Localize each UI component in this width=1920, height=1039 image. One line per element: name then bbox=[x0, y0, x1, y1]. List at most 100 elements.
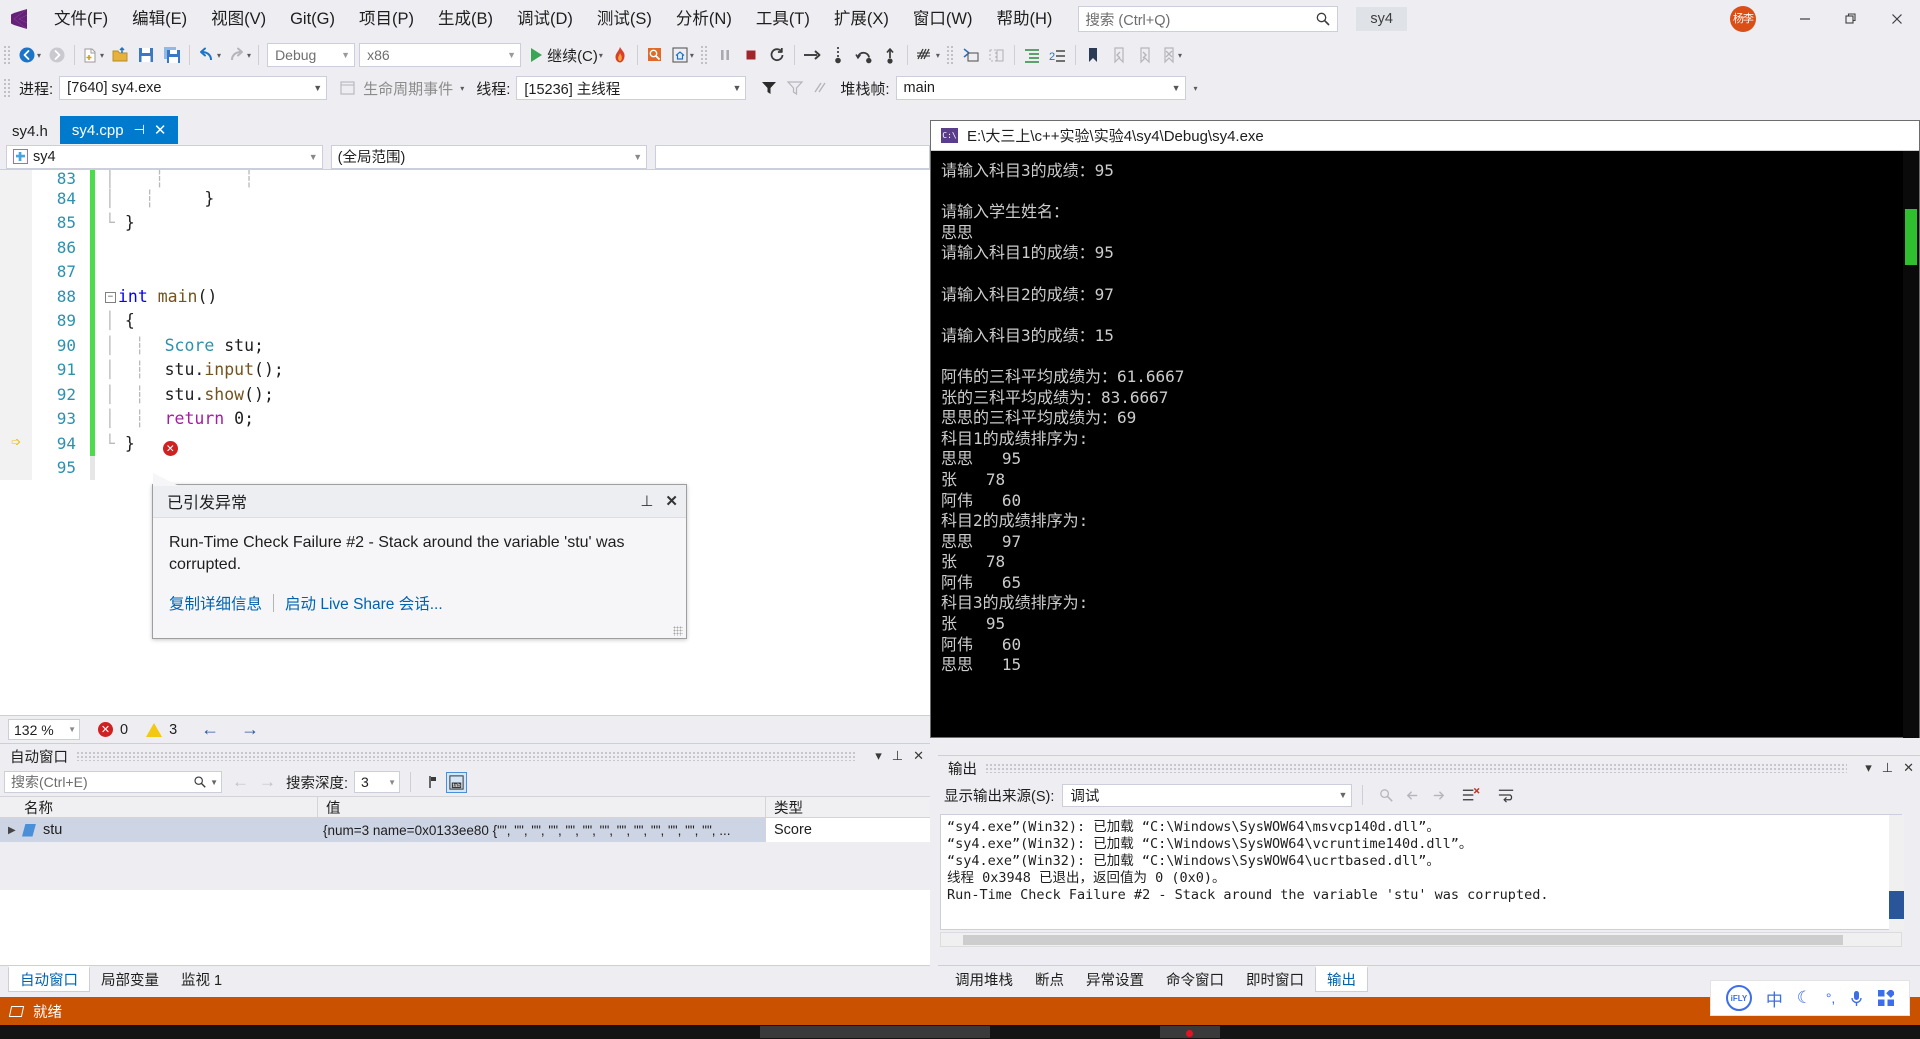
chevron-down-icon[interactable]: ▾ bbox=[599, 51, 603, 60]
console-scroll-thumb[interactable] bbox=[1905, 209, 1917, 265]
ifly-icon[interactable]: iFLY bbox=[1725, 985, 1752, 1011]
chevron-down-icon[interactable]: ▾ bbox=[1178, 51, 1182, 60]
table-row[interactable]: ▶ stu {num=3 name=0x0133ee80 {"", "", ""… bbox=[0, 818, 930, 842]
close-icon[interactable]: ✕ bbox=[913, 748, 924, 764]
output-text-area[interactable]: “sy4.exe”(Win32): 已加载 “C:\Windows\SysWOW… bbox=[940, 814, 1902, 930]
tab-immediate-window[interactable]: 即时窗口 bbox=[1235, 966, 1315, 992]
menu-debug[interactable]: 调试(D) bbox=[505, 0, 585, 38]
menu-edit[interactable]: 编辑(E) bbox=[120, 0, 199, 38]
column-header-value[interactable]: 值 bbox=[318, 797, 766, 817]
ime-chinese-icon[interactable]: 中 bbox=[1766, 986, 1783, 1011]
editor-tab-sy4-h[interactable]: sy4.h bbox=[0, 118, 60, 144]
degree-comma-icon[interactable]: °, bbox=[1826, 990, 1836, 1006]
tab-call-stack[interactable]: 调用堆栈 bbox=[944, 966, 1024, 992]
open-file-button[interactable] bbox=[107, 41, 133, 69]
navbar-project-combo[interactable]: sy4 ▼ bbox=[6, 144, 323, 169]
increase-indent-button[interactable] bbox=[1019, 41, 1045, 69]
menu-window[interactable]: 窗口(W) bbox=[901, 0, 985, 38]
clear-output-button[interactable] bbox=[1457, 781, 1483, 809]
tab-command-window[interactable]: 命令窗口 bbox=[1155, 966, 1235, 992]
close-button[interactable] bbox=[1874, 0, 1920, 38]
menu-view[interactable]: 视图(V) bbox=[199, 0, 278, 38]
menu-build[interactable]: 生成(B) bbox=[426, 0, 505, 38]
toolbar-gripper[interactable] bbox=[3, 78, 12, 98]
toolbar-gripper[interactable] bbox=[699, 45, 709, 65]
solution-configuration-combo[interactable]: Debug ▼ bbox=[267, 43, 356, 67]
toggle-word-wrap-button[interactable] bbox=[1493, 781, 1519, 809]
save-all-button[interactable] bbox=[159, 41, 185, 69]
chevron-down-icon[interactable]: ▾ bbox=[936, 51, 940, 60]
microphone-icon[interactable] bbox=[1849, 990, 1864, 1007]
copy-details-link[interactable]: 复制详细信息 bbox=[169, 592, 262, 614]
restore-button[interactable] bbox=[1828, 0, 1874, 38]
search-depth-combo[interactable]: 3 ▼ bbox=[354, 771, 401, 793]
tab-autos[interactable]: 自动窗口 bbox=[8, 966, 90, 992]
menu-git[interactable]: Git(G) bbox=[278, 0, 347, 38]
error-count-indicator[interactable]: ✕ 0 bbox=[98, 722, 128, 738]
panel-menu-icon[interactable]: ▾ bbox=[1865, 760, 1872, 776]
navigate-backward-button[interactable]: ▾ bbox=[15, 41, 44, 69]
show-raw-values-button[interactable]: tab bbox=[446, 771, 468, 793]
chevron-down-icon[interactable]: ▾ bbox=[100, 51, 104, 60]
step-out-button[interactable] bbox=[877, 41, 903, 69]
user-avatar[interactable]: 杨李 bbox=[1730, 6, 1756, 32]
output-source-combo[interactable]: 调试 ▼ bbox=[1062, 783, 1353, 807]
exception-helper-popup[interactable]: 已引发异常 ⊥ ✕ Run-Time Check Failure #2 - St… bbox=[152, 473, 687, 639]
chevron-down-icon[interactable]: ▾ bbox=[217, 51, 221, 60]
variable-name-cell[interactable]: ▶ stu bbox=[0, 818, 318, 842]
restart-debugging-button[interactable] bbox=[764, 41, 790, 69]
attach-to-process-button[interactable] bbox=[642, 41, 668, 69]
process-combo[interactable]: [7640] sy4.exe ▼ bbox=[59, 76, 328, 100]
tab-locals[interactable]: 局部变量 bbox=[90, 966, 170, 992]
menu-extensions[interactable]: 扩展(X) bbox=[822, 0, 901, 38]
output-horizontal-scroll-thumb[interactable] bbox=[963, 935, 1843, 945]
home-button[interactable]: ▾ bbox=[668, 41, 697, 69]
continue-button[interactable]: 继续(C) ▾ bbox=[527, 41, 607, 69]
output-vertical-scroll-thumb[interactable] bbox=[1889, 891, 1904, 919]
navigate-forward-arrow-icon[interactable]: → bbox=[241, 719, 259, 740]
editor-tab-sy4-cpp[interactable]: sy4.cpp ⊣ ✕ bbox=[59, 116, 179, 144]
autos-search-input[interactable]: 搜索(Ctrl+E) ▼ bbox=[4, 771, 222, 793]
tab-output[interactable]: 输出 bbox=[1315, 966, 1368, 992]
close-icon[interactable]: ✕ bbox=[665, 492, 678, 510]
pin-tab-icon[interactable]: ⊣ bbox=[134, 122, 145, 138]
tab-watch-1[interactable]: 监视 1 bbox=[170, 966, 233, 992]
comment-selection-button[interactable] bbox=[958, 41, 984, 69]
resize-grip[interactable] bbox=[673, 626, 683, 636]
show-diagnostics-button[interactable]: ▾ bbox=[912, 41, 943, 69]
collapse-region-icon[interactable]: − bbox=[105, 291, 116, 303]
decrease-indent-button[interactable]: 2 bbox=[1045, 41, 1071, 69]
toolbar-gripper[interactable] bbox=[3, 45, 12, 65]
moon-icon[interactable]: ☾ bbox=[1797, 988, 1812, 1008]
menu-test[interactable]: 测试(S) bbox=[585, 0, 664, 38]
panel-menu-icon[interactable]: ▾ bbox=[875, 748, 882, 764]
toggle-bookmark-button[interactable] bbox=[1080, 41, 1106, 69]
navbar-member-combo[interactable] bbox=[655, 144, 931, 169]
stackframe-combo[interactable]: main ▼ bbox=[895, 76, 1186, 100]
console-scrollbar[interactable] bbox=[1903, 151, 1919, 738]
panel-drag-dots[interactable] bbox=[76, 751, 858, 761]
expand-chevron-icon[interactable]: ▶ bbox=[8, 825, 22, 836]
navigate-back-arrow-icon[interactable]: ← bbox=[201, 719, 219, 740]
save-button[interactable] bbox=[133, 41, 159, 69]
close-tab-icon[interactable]: ✕ bbox=[154, 121, 167, 139]
menu-help[interactable]: 帮助(H) bbox=[984, 0, 1064, 38]
column-header-name[interactable]: 名称 bbox=[0, 797, 318, 817]
pin-icon[interactable]: ⊥ bbox=[892, 748, 903, 764]
close-icon[interactable]: ✕ bbox=[1903, 760, 1914, 776]
navbar-scope-combo[interactable]: (全局范围) ▼ bbox=[330, 144, 648, 169]
tab-breakpoints[interactable]: 断点 bbox=[1024, 966, 1075, 992]
hot-reload-button[interactable] bbox=[607, 41, 633, 69]
pin-column-button[interactable] bbox=[421, 773, 439, 791]
output-horizontal-scrollbar[interactable] bbox=[940, 932, 1902, 947]
zoom-level-combo[interactable]: 132 % ▼ bbox=[8, 719, 80, 740]
solution-platform-combo[interactable]: x86 ▼ bbox=[359, 43, 522, 67]
chevron-down-icon[interactable]: ▾ bbox=[690, 51, 694, 60]
taskbar-item[interactable] bbox=[760, 1026, 990, 1038]
undo-button[interactable]: ▾ bbox=[194, 41, 224, 69]
step-into-button[interactable] bbox=[825, 41, 851, 69]
chevron-down-icon[interactable]: ▾ bbox=[460, 84, 464, 93]
show-next-statement-button[interactable] bbox=[799, 41, 825, 69]
menu-file[interactable]: 文件(F) bbox=[42, 0, 120, 38]
variable-value-cell[interactable]: {num=3 name=0x0133ee80 {"", "", "", "", … bbox=[318, 818, 766, 842]
